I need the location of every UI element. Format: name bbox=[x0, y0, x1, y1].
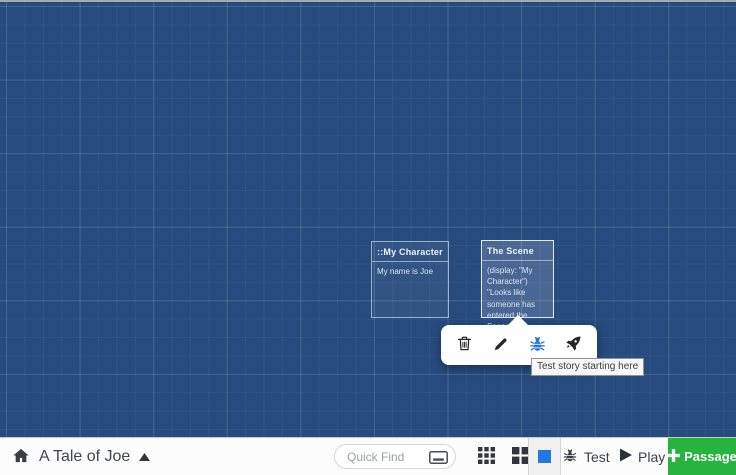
caret-up-icon bbox=[139, 449, 150, 464]
twine-story-map: ::My Character My name is Joe The Scene … bbox=[0, 0, 736, 475]
delete-passage-button[interactable] bbox=[451, 332, 477, 358]
passage-title: ::My Character bbox=[372, 242, 448, 262]
story-canvas[interactable]: ::My Character My name is Joe The Scene … bbox=[0, 0, 736, 437]
passage-excerpt: My name is Joe bbox=[372, 262, 448, 281]
test-button[interactable]: Test bbox=[562, 438, 610, 475]
zoom-full-button[interactable] bbox=[528, 438, 561, 475]
quick-find-input[interactable] bbox=[334, 444, 456, 469]
tooltip: Test story starting here bbox=[531, 358, 644, 376]
story-title: A Tale of Joe bbox=[39, 448, 130, 466]
square-icon bbox=[538, 450, 551, 463]
play-label: Play bbox=[638, 449, 665, 465]
test-label: Test bbox=[584, 449, 610, 465]
bug-icon bbox=[562, 447, 578, 466]
plus-icon bbox=[667, 449, 680, 465]
passage-card-the-scene[interactable]: The Scene (display: "My Character") "Loo… bbox=[481, 240, 554, 318]
passage-card-my-character[interactable]: ::My Character My name is Joe bbox=[371, 241, 449, 318]
rocket-icon bbox=[564, 334, 583, 356]
play-icon bbox=[620, 448, 632, 465]
bottom-toolbar: A Tale of Joe bbox=[0, 437, 736, 475]
grid-small-icon bbox=[478, 447, 495, 467]
window-top-edge bbox=[0, 0, 736, 2]
test-from-here-button[interactable] bbox=[524, 332, 550, 358]
passage-title: The Scene bbox=[482, 241, 553, 261]
bug-icon bbox=[528, 334, 547, 356]
new-passage-button[interactable]: Passage bbox=[668, 438, 736, 475]
start-story-here-button[interactable] bbox=[561, 332, 587, 358]
grid-large-icon bbox=[512, 447, 529, 467]
zoom-grid-small-button[interactable] bbox=[475, 446, 497, 468]
story-menu-button[interactable]: A Tale of Joe bbox=[12, 438, 150, 475]
pencil-icon bbox=[492, 335, 510, 356]
new-passage-label: Passage bbox=[684, 449, 736, 464]
trash-icon bbox=[455, 334, 474, 356]
edit-passage-button[interactable] bbox=[488, 332, 514, 358]
play-button[interactable]: Play bbox=[620, 438, 665, 475]
home-icon bbox=[12, 447, 30, 467]
